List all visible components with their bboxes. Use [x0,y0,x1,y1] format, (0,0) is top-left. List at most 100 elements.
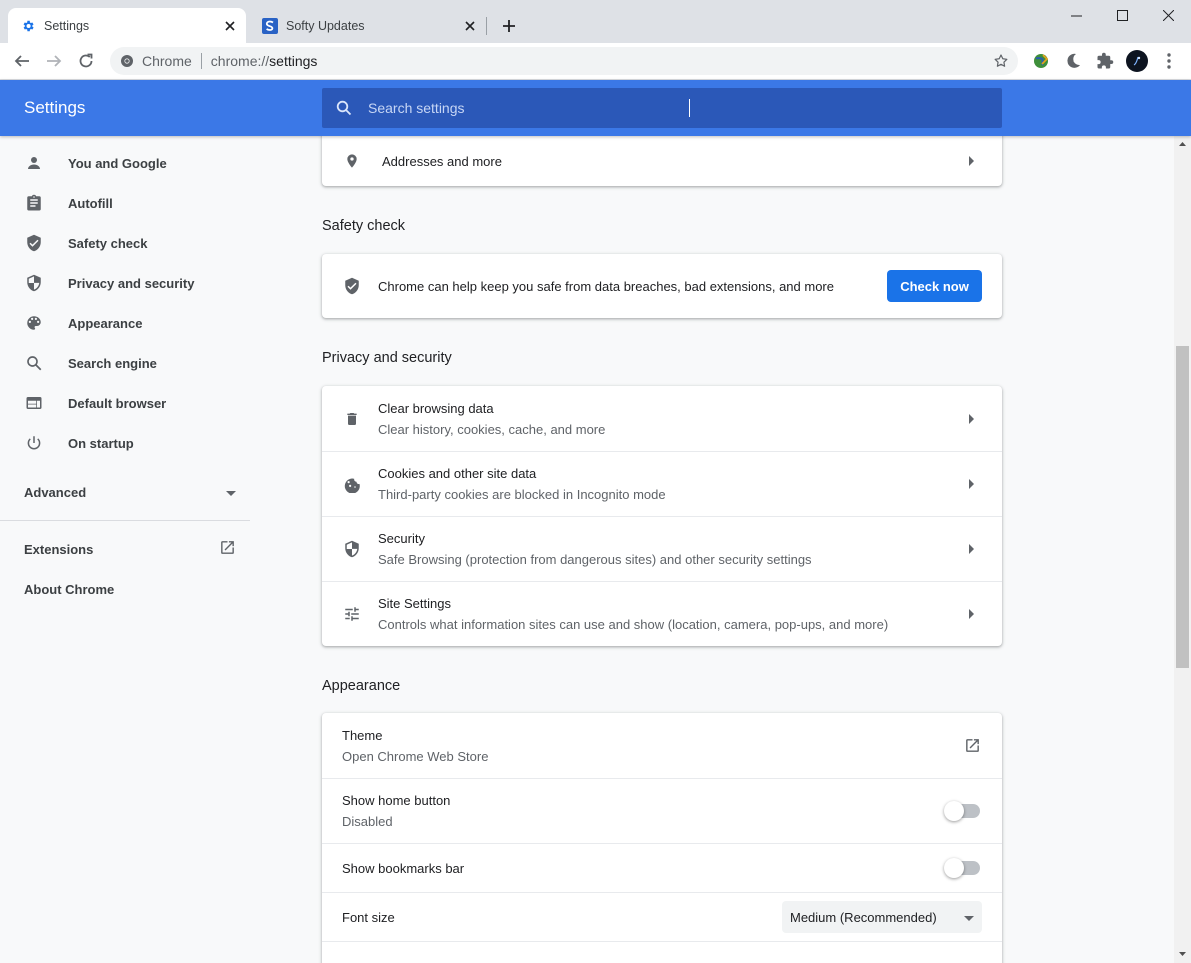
clear-browsing-data-text: Clear browsing data Clear history, cooki… [378,401,962,437]
arrow-right-icon [962,151,982,171]
cookie-icon [342,474,362,494]
text-cursor [689,99,690,117]
tab-softy-updates[interactable]: Softy Updates [250,8,486,43]
site-info[interactable]: Chrome [120,53,192,69]
autofill-card: Addresses and more [322,136,1002,186]
url-scheme: chrome:// [210,53,270,69]
settings-main: Addresses and more Safety check Chrome c… [0,136,1174,963]
browser-toolbar: Chrome chrome://settings [0,43,1191,80]
search-input[interactable] [368,100,1002,116]
close-icon [1162,9,1174,21]
page-scrollbar[interactable] [1174,136,1191,963]
check-now-button[interactable]: Check now [887,270,982,302]
site-settings-text: Site Settings Controls what information … [378,596,962,632]
row-secondary: Controls what information sites can use … [378,617,889,632]
bookmarks-bar-toggle[interactable] [944,858,980,878]
window-close-button[interactable] [1145,0,1191,30]
clear-browsing-data-row[interactable]: Clear browsing data Clear history, cooki… [322,386,1002,451]
row-secondary: Open Chrome Web Store [342,748,489,764]
toggle-knob [944,858,964,878]
new-tab-button[interactable] [498,15,520,37]
addresses-label: Addresses and more [382,153,502,169]
scrollbar-thumb[interactable] [1176,346,1189,668]
open-in-new-icon[interactable] [962,736,982,756]
url-path: settings [269,53,318,69]
safety-check-description: Chrome can help keep you safe from data … [378,278,834,294]
maximize-icon [1116,9,1128,21]
row-secondary: Clear history, cookies, cache, and more [378,421,606,437]
more-options-icon[interactable] [1157,49,1181,73]
tab-title: Settings [44,18,90,33]
bookmark-star-icon[interactable] [992,52,1010,70]
row-secondary: Third-party cookies are blocked in Incog… [378,487,666,502]
customize-fonts-row[interactable] [322,941,1002,963]
safety-check-heading: Safety check [322,218,406,234]
row-primary: Cookies and other site data [378,466,537,481]
location-pin-icon [342,151,362,171]
home-button-row: Show home button Disabled [322,778,1002,843]
arrow-right-icon [962,539,982,559]
tab-strip: Settings Softy Updates [0,0,1191,43]
privacy-card: Clear browsing data Clear history, cooki… [322,386,1002,646]
home-button-toggle[interactable] [944,801,980,821]
cookies-text: Cookies and other site data Third-party … [378,466,962,502]
row-primary: Security [378,531,425,546]
tab-title: Softy Updates [286,18,365,33]
row-primary: Show bookmarks bar [342,860,465,876]
home-button-text: Show home button Disabled [342,793,946,829]
reload-icon [79,53,93,68]
font-size-select[interactable]: Medium (Recommended) [782,901,982,933]
close-icon[interactable] [462,18,478,34]
row-secondary: Disabled [342,814,393,829]
scroll-up-icon[interactable] [1174,138,1191,150]
url-text: chrome://settings [211,53,318,69]
forward-button[interactable] [41,48,67,74]
theme-text: Theme Open Chrome Web Store [342,728,962,764]
addresses-row[interactable]: Addresses and more [322,136,1002,186]
theme-row[interactable]: Theme Open Chrome Web Store [322,713,1002,778]
row-primary: Theme [342,727,383,743]
arrow-right-icon [47,55,62,67]
tab-settings[interactable]: Settings [8,8,246,43]
back-button[interactable] [9,48,35,74]
row-secondary: Safe Browsing (protection from dangerous… [378,552,812,567]
trash-icon [342,409,362,429]
omnibox-divider [200,53,202,69]
address-bar[interactable]: Chrome chrome://settings [110,47,1018,75]
minimize-icon [1070,15,1082,16]
site-settings-row[interactable]: Site Settings Controls what information … [322,581,1002,646]
minimize-button[interactable] [1053,0,1099,30]
globe-extension-icon[interactable] [1029,49,1053,73]
chrome-logo-icon [121,55,133,67]
bookmarks-bar-text: Show bookmarks bar [342,861,946,876]
tab-separator [486,17,487,35]
sliders-icon [342,604,362,624]
row-primary: Site Settings [378,596,451,611]
search-settings-box[interactable] [322,88,1002,128]
security-text: Security Safe Browsing (protection from … [378,531,962,567]
shield-check-icon [342,276,362,296]
toggle-knob [944,801,964,821]
arrow-right-icon [962,474,982,494]
row-primary: Show home button [342,793,451,808]
moon-extension-icon[interactable] [1061,49,1085,73]
profile-avatar[interactable] [1125,49,1149,73]
arrow-left-icon [14,55,29,67]
arrow-right-icon [962,409,982,429]
close-icon[interactable] [222,18,238,34]
scroll-down-icon[interactable] [1174,948,1191,960]
cookies-row[interactable]: Cookies and other site data Third-party … [322,451,1002,516]
security-row[interactable]: Security Safe Browsing (protection from … [322,516,1002,581]
font-size-value: Medium (Recommended) [790,909,937,925]
gear-icon [20,18,36,34]
row-primary: Clear browsing data [378,400,494,416]
bookmarks-bar-row: Show bookmarks bar [322,843,1002,892]
reload-button[interactable] [73,48,99,74]
puzzle-extensions-icon[interactable] [1093,49,1117,73]
privacy-heading: Privacy and security [322,350,452,366]
appearance-card: Theme Open Chrome Web Store Show home bu… [322,713,1002,963]
chevron-down-icon [964,910,974,925]
maximize-button[interactable] [1099,0,1145,30]
safety-check-row: Chrome can help keep you safe from data … [322,254,1002,318]
search-icon [334,98,354,118]
